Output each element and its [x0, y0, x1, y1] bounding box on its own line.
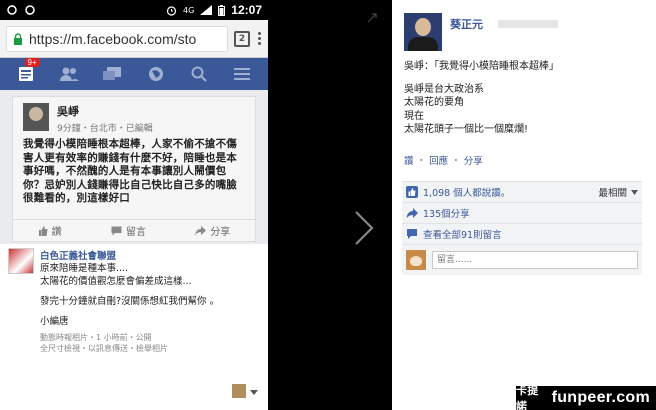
nav-friends[interactable] [55, 62, 83, 86]
avatar[interactable] [406, 250, 426, 270]
comment-icon [111, 226, 122, 235]
url-text: https://m.facebook.com/sto [29, 30, 197, 47]
post-action-links: 讚 ・ 回應 ・ 分享 [404, 155, 483, 167]
comment-composer [402, 245, 642, 275]
expand-icon[interactable] [367, 13, 377, 23]
phone-post-card: 吳崢 9分鐘・台北市・已編輯 我覺得小模陪睡根本超棒，人家不偷不搶不傷害人更有效… [12, 96, 256, 242]
sync-icon [7, 5, 17, 15]
post-body: 我覺得小模陪睡根本超棒，人家不偷不搶不傷害人更有效率的賺錢有什麼不好，陪睡也是本… [23, 138, 237, 204]
likes-count[interactable]: 1,098 個人都說讚。 [423, 185, 510, 199]
view-all-comments-link[interactable]: 查看全部91則留言 [423, 227, 502, 241]
nav-news-feed[interactable]: 9+ [12, 58, 40, 86]
post-author[interactable]: 吳崢 [57, 103, 153, 119]
nav-messages[interactable] [98, 62, 126, 86]
clock: 12:07 [231, 3, 262, 17]
likes-row: 1,098 個人都說讚。 最相關 [402, 182, 642, 203]
avatar[interactable] [232, 384, 246, 398]
thumbs-up-icon [38, 225, 48, 236]
messages-icon [103, 67, 122, 80]
reply-link[interactable]: 回應 [429, 156, 448, 167]
post-actions: 讚 留言 分享 [13, 219, 255, 241]
sort-dropdown[interactable]: 最相關 [598, 185, 638, 199]
avatar[interactable] [23, 103, 49, 131]
shares-row: 135個分享 [402, 203, 642, 224]
comment-author[interactable]: 白色正義社會聯盟 [40, 248, 219, 262]
nav-search[interactable] [185, 62, 213, 86]
post-detail-panel: 葵正元 吳崢：「我覺得小模陪睡根本超棒」 吳崢是台大政治系 太陽花的要角 現在 … [392, 0, 656, 410]
hamburger-icon [234, 68, 251, 80]
phone-screenshot: 4G 12:07 https://m.facebook.com/sto 2 9+ [0, 0, 268, 410]
chevron-down-icon [631, 189, 638, 195]
comment-body: 原來陪睡是種本事.... 太陽花的價值觀怎麼會偏差成這樣... 發完十分鐘就自刪… [40, 263, 220, 327]
news-feed-icon [18, 67, 33, 81]
share-button[interactable]: 分享 [195, 223, 230, 238]
comment-button[interactable]: 留言 [111, 223, 146, 238]
site-watermark: 卡提諾 funpeer.com [516, 385, 656, 410]
sync-alt-icon [25, 5, 35, 15]
friends-icon [59, 67, 79, 81]
nav-menu[interactable] [228, 62, 256, 86]
url-field[interactable]: https://m.facebook.com/sto [6, 25, 228, 52]
view-comments-row: 查看全部91則留言 [402, 224, 642, 245]
phone-comment-area: 白色正義社會聯盟 原來陪睡是種本事.... 太陽花的價值觀怎麼會偏差成這樣...… [0, 244, 268, 410]
tabs-button[interactable]: 2 [234, 30, 250, 47]
browser-url-bar: https://m.facebook.com/sto 2 [0, 20, 268, 58]
share-link[interactable]: 分享 [464, 156, 483, 167]
shares-count[interactable]: 135個分享 [423, 206, 470, 220]
search-icon [191, 66, 207, 82]
comment-icon [407, 229, 417, 239]
comment-input[interactable] [432, 251, 638, 269]
nav-notifications[interactable] [142, 62, 170, 86]
comment-footer: 動態時報相片・1 小時前・公開 全尺寸檢視・以訊息傳送・檢舉相片 [40, 333, 168, 353]
next-arrow-icon[interactable] [352, 208, 376, 248]
alarm-icon [166, 5, 177, 16]
network-type: 4G [183, 5, 195, 15]
status-bar: 4G 12:07 [0, 0, 268, 20]
post-meta: 9分鐘・台北市・已編輯 [57, 124, 153, 134]
avatar[interactable] [8, 248, 34, 274]
thumbs-up-icon [406, 186, 418, 198]
globe-icon [148, 67, 163, 81]
share-icon [195, 225, 207, 235]
like-link[interactable]: 讚 [404, 156, 414, 167]
lock-icon [14, 32, 22, 45]
facebook-nav-bar: 9+ [0, 58, 268, 90]
browser-menu-icon[interactable] [256, 32, 262, 45]
avatar[interactable] [404, 13, 442, 51]
panel-post-body: 吳崢：「我覺得小模陪睡根本超棒」 吳崢是台大政治系 太陽花的要角 現在 太陽花頭… [404, 61, 559, 135]
like-button[interactable]: 讚 [38, 223, 62, 238]
share-icon [406, 208, 418, 218]
blurred-text [498, 19, 559, 28]
battery-icon [218, 4, 226, 16]
chevron-down-icon[interactable] [250, 390, 258, 395]
engagement-box: 1,098 個人都說讚。 最相關 135個分享 查看全部91則留言 [402, 181, 642, 275]
signal-icon [200, 5, 213, 15]
panel-author[interactable]: 葵正元 [450, 18, 483, 31]
notification-badge: 9+ [24, 58, 40, 67]
